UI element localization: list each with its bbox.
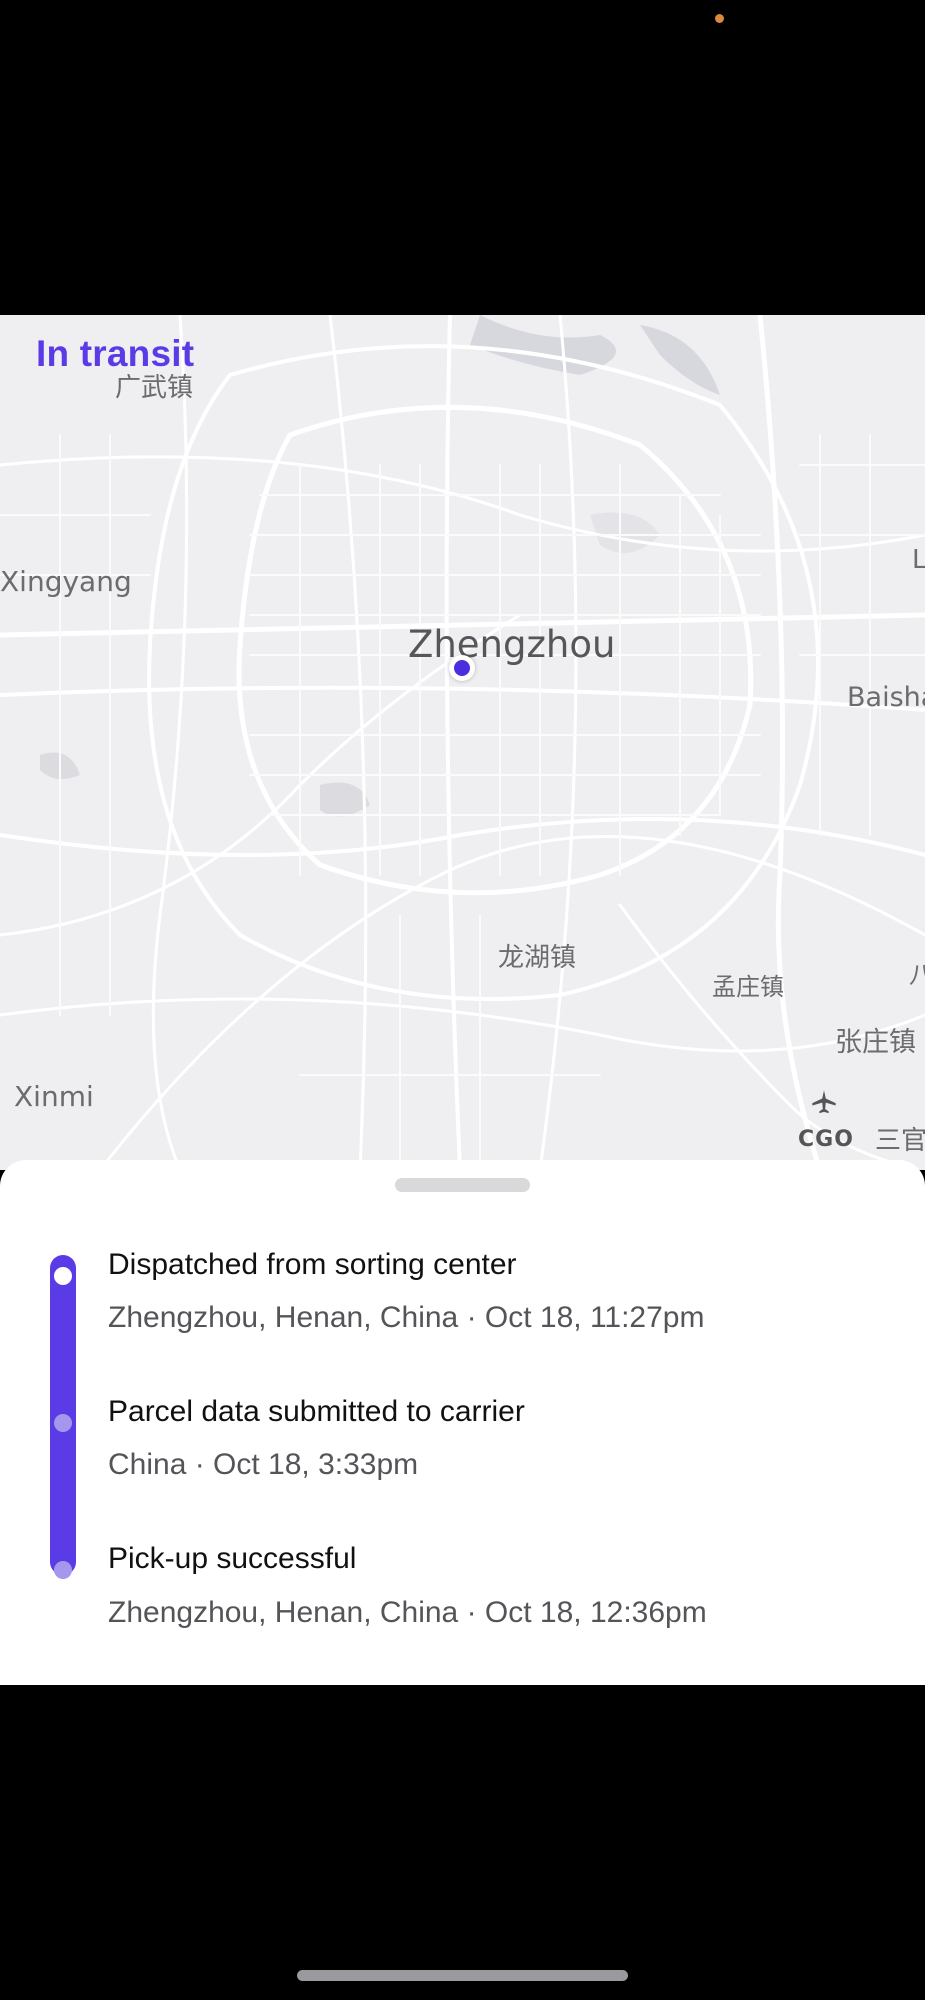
event-meta: Zhengzhou, Henan, China · Oct 18, 11:27p… <box>108 1301 705 1334</box>
timeline-dot <box>54 1414 72 1432</box>
map-label-zhangzhuang: 张庄镇 <box>835 1027 916 1058</box>
airplane-icon <box>812 1090 836 1114</box>
tracking-sheet: Dispatched from sorting center Zhengzhou… <box>0 1160 925 1685</box>
map-label-sanguan: 三官 <box>875 1126 925 1156</box>
screen: In transit 广武镇 Xingyang Zhengzhou Baisha… <box>0 0 925 2000</box>
timeline-dot <box>54 1561 72 1579</box>
event-title: Pick-up successful <box>108 1542 357 1575</box>
map-label-xinmi: Xinmi <box>14 1080 94 1113</box>
event-title: Parcel data submitted to carrier <box>108 1395 525 1428</box>
map-roads <box>0 315 925 1170</box>
map-label-edge-2: 八 <box>909 961 925 989</box>
map-label-longhu: 龙湖镇 <box>498 943 577 973</box>
sheet-grabber[interactable] <box>395 1178 530 1192</box>
map-label-airport: CGO <box>798 1127 854 1152</box>
camera-indicator <box>715 14 724 23</box>
home-indicator[interactable] <box>297 1970 628 1981</box>
map-label-zhengzhou: Zhengzhou <box>408 623 616 666</box>
map-label-guangwu: 广武镇 <box>115 373 194 403</box>
event-meta: China · Oct 18, 3:33pm <box>108 1448 419 1481</box>
map-label-mengzhuang: 孟庄镇 <box>712 973 784 1001</box>
map-label-xingyang: Xingyang <box>0 565 132 598</box>
event-meta: Zhengzhou, Henan, China · Oct 18, 12:36p… <box>108 1596 707 1629</box>
event-title: Dispatched from sorting center <box>108 1248 517 1281</box>
map-view[interactable]: In transit 广武镇 Xingyang Zhengzhou Baisha… <box>0 315 925 1170</box>
timeline-dot-current <box>54 1267 72 1285</box>
location-dot-icon[interactable] <box>449 655 475 681</box>
map-label-edge: L <box>912 545 925 575</box>
map-label-baisha: Baisha <box>847 682 925 713</box>
